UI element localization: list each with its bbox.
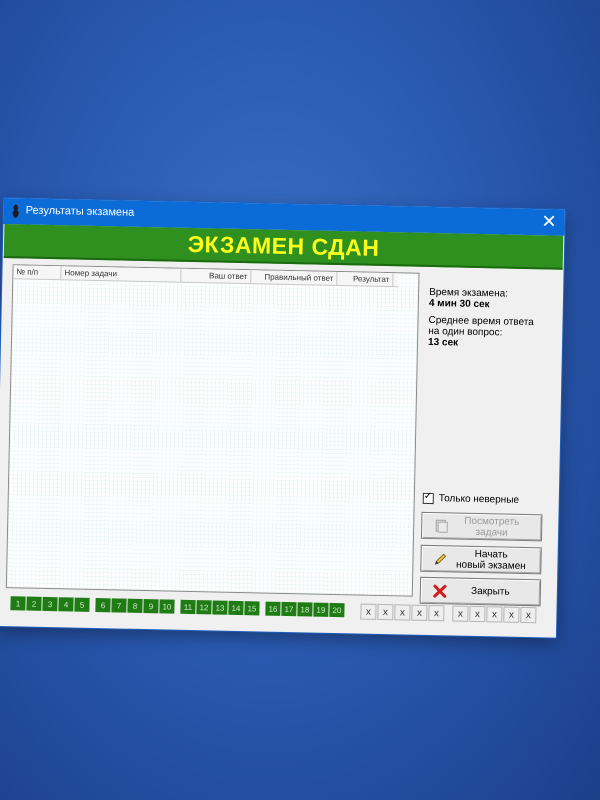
question-indicator-2[interactable]: 2	[26, 596, 42, 611]
extra-question-marker: x	[503, 606, 520, 623]
column-header-number[interactable]: № п/п	[13, 265, 62, 280]
close-button[interactable]: Закрыть	[419, 576, 542, 607]
only-wrong-checkbox[interactable]: ✓	[422, 490, 434, 505]
close-button-label: Закрыть	[470, 585, 510, 598]
question-indicator-7[interactable]: 7	[111, 598, 127, 613]
new-exam-button[interactable]: Начать новый экзамен	[420, 544, 542, 575]
window-title: Результаты экзамена	[25, 204, 135, 219]
group-spacer	[445, 605, 451, 619]
only-wrong-label: Только неверные	[438, 493, 520, 506]
group-spacer	[90, 598, 94, 612]
table-header: № п/п Номер задачи Ваш ответ Правильный …	[13, 265, 399, 288]
question-indicator-10[interactable]: 10	[159, 599, 175, 614]
results-table[interactable]: № п/п Номер задачи Ваш ответ Правильный …	[5, 264, 420, 597]
new-exam-label-line2: новый экзамен	[455, 559, 526, 572]
question-indicator-8[interactable]: 8	[127, 598, 143, 613]
column-header-result[interactable]: Результат	[337, 272, 394, 287]
exam-stats: Время экзамена: 4 мин 30 сек Среднее вре…	[428, 287, 557, 357]
group-spacer	[175, 600, 179, 614]
question-indicator-15[interactable]: 15	[244, 601, 260, 616]
extra-question-marker: x	[360, 603, 377, 620]
question-indicator-4[interactable]: 4	[58, 597, 74, 612]
extra-question-marker: x	[452, 605, 469, 622]
group-spacer	[260, 601, 264, 615]
question-indicator-18[interactable]: 18	[297, 602, 313, 617]
question-indicator-16[interactable]: 16	[265, 601, 281, 616]
app-icon	[12, 204, 19, 219]
avg-time-value: 13 сек	[427, 336, 459, 349]
extra-question-marker: x	[469, 605, 486, 623]
question-indicator-17[interactable]: 17	[281, 601, 297, 617]
only-wrong-toggle[interactable]: ✓ Только неверные	[422, 490, 520, 506]
extra-question-marker: x	[520, 606, 537, 624]
view-tasks-icon	[435, 519, 448, 533]
exam-time-value: 4 мин 30 сек	[428, 297, 490, 311]
extra-question-marker: x	[411, 604, 428, 621]
close-icon[interactable]: ✕	[541, 210, 557, 232]
column-header-your-answer[interactable]: Ваш ответ	[181, 268, 252, 284]
question-indicator-13[interactable]: 13	[212, 600, 228, 615]
extra-question-marker: x	[377, 603, 394, 621]
column-header-task[interactable]: Номер задачи	[61, 266, 182, 282]
extra-question-marker: x	[394, 604, 411, 621]
red-x-icon	[433, 584, 447, 598]
extra-question-marker: x	[428, 604, 445, 622]
question-indicator-1[interactable]: 1	[10, 596, 26, 611]
question-indicator-9[interactable]: 9	[143, 599, 159, 614]
question-indicator-14[interactable]: 14	[228, 600, 244, 616]
question-indicator-5[interactable]: 5	[74, 597, 90, 612]
view-tasks-label-line2: задачи	[475, 526, 508, 539]
view-tasks-label-line1: Посмотреть	[464, 515, 520, 528]
pencil-icon	[434, 553, 447, 565]
view-tasks-button[interactable]: Посмотреть задачи	[420, 511, 543, 542]
question-indicator-6[interactable]: 6	[95, 598, 111, 613]
extra-question-marker: x	[486, 606, 503, 623]
group-spacer	[345, 603, 359, 617]
question-indicator-3[interactable]: 3	[42, 596, 58, 612]
question-indicator-11[interactable]: 11	[180, 599, 196, 615]
column-header-correct-answer[interactable]: Правильный ответ	[251, 270, 338, 285]
question-indicator-20[interactable]: 20	[329, 602, 345, 618]
question-indicator-12[interactable]: 12	[196, 600, 212, 615]
exam-results-window: Результаты экзамена ✕ ЭКЗАМЕН СДАН № п/п…	[0, 198, 565, 638]
question-indicator-19[interactable]: 19	[313, 602, 329, 617]
checkbox-check-icon: ✓	[423, 490, 433, 503]
